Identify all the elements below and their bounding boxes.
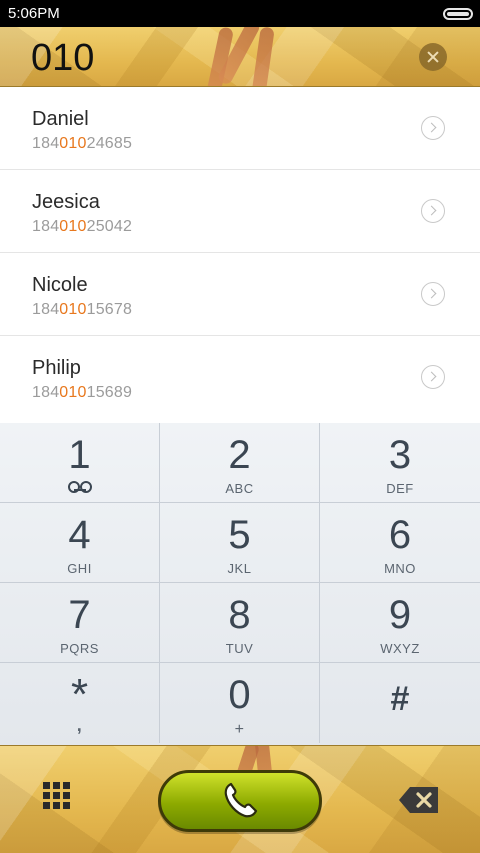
key-digit: 2 [228,433,251,477]
contact-name: Nicole [32,274,88,296]
key-digit: 4 [68,513,91,557]
key-9[interactable]: 9 WXYZ [320,583,480,663]
key-letters: DEF [386,481,414,496]
key-digit: 9 [388,593,412,637]
key-6[interactable]: 6 MNO [320,503,480,583]
key-5[interactable]: 5 JKL [160,503,320,583]
voicemail-icon [67,481,92,493]
call-button[interactable] [158,770,322,832]
key-hash[interactable]: # [320,663,480,743]
contact-name: Jeesica [32,191,100,213]
status-bar: 5:06PM [0,0,480,27]
key-digit: 7 [68,593,91,637]
chevron-right-icon[interactable] [421,199,445,223]
list-item[interactable]: Jeesica 18401025042 [0,170,480,253]
contact-name: Daniel [32,108,89,130]
key-letters: GHI [67,561,92,576]
key-letters: WXYZ [380,641,420,656]
key-letters: TUV [225,641,254,656]
contact-number: 18401024685 [32,135,133,152]
chevron-right-icon[interactable] [421,116,445,140]
key-8[interactable]: 8 TUV [160,583,320,663]
key-2[interactable]: 2 ABC [160,423,320,503]
contact-number: 18401015678 [32,301,133,318]
chevron-right-icon[interactable] [421,282,445,306]
key-letters: PQRS [60,641,99,656]
status-time: 5:06PM [8,5,60,22]
contact-name: Philip [32,357,81,379]
dial-query-input[interactable]: 010 [31,37,94,80]
contact-number: 18401025042 [32,218,133,235]
key-digit: 1 [68,433,91,477]
key-digit: 3 [388,433,412,477]
list-item[interactable]: Philip 18401015689 [0,336,480,417]
key-7[interactable]: 7 PQRS [0,583,160,663]
key-star[interactable]: * , [0,663,160,743]
dial-keypad: 1 2 ABC 3 DEF 4 GHI 5 JKL 6 MNO 7 PQRS 8… [0,423,480,745]
key-letters: MNO [384,561,416,576]
contact-number: 18401015689 [32,384,133,401]
chevron-right-icon[interactable] [421,365,445,389]
key-letters: , [76,715,83,735]
key-1[interactable]: 1 [0,423,160,503]
key-digit: # [390,680,410,718]
key-letters: + [234,721,245,738]
search-header: 010 [0,27,480,87]
key-letters: JKL [227,561,252,576]
key-digit: 6 [388,513,412,557]
dialpad-grid-icon[interactable] [43,782,75,814]
list-item[interactable]: Daniel 18401024685 [0,87,480,170]
key-digit: 5 [228,513,251,557]
backspace-icon[interactable] [398,786,440,814]
clear-query-icon[interactable] [419,43,447,71]
key-4[interactable]: 4 GHI [0,503,160,583]
phone-icon [224,782,258,818]
list-item[interactable]: Nicole 18401015678 [0,253,480,336]
key-digit: 8 [228,593,251,637]
key-3[interactable]: 3 DEF [320,423,480,503]
key-digit: 0 [228,673,251,717]
bottom-action-bar [0,745,480,853]
key-letters: ABC [225,481,254,496]
key-digit: * [70,670,89,719]
contact-results-list: Daniel 18401024685 Jeesica 18401025042 N… [0,87,480,417]
key-0[interactable]: 0 + [160,663,320,743]
battery-icon [443,8,473,20]
